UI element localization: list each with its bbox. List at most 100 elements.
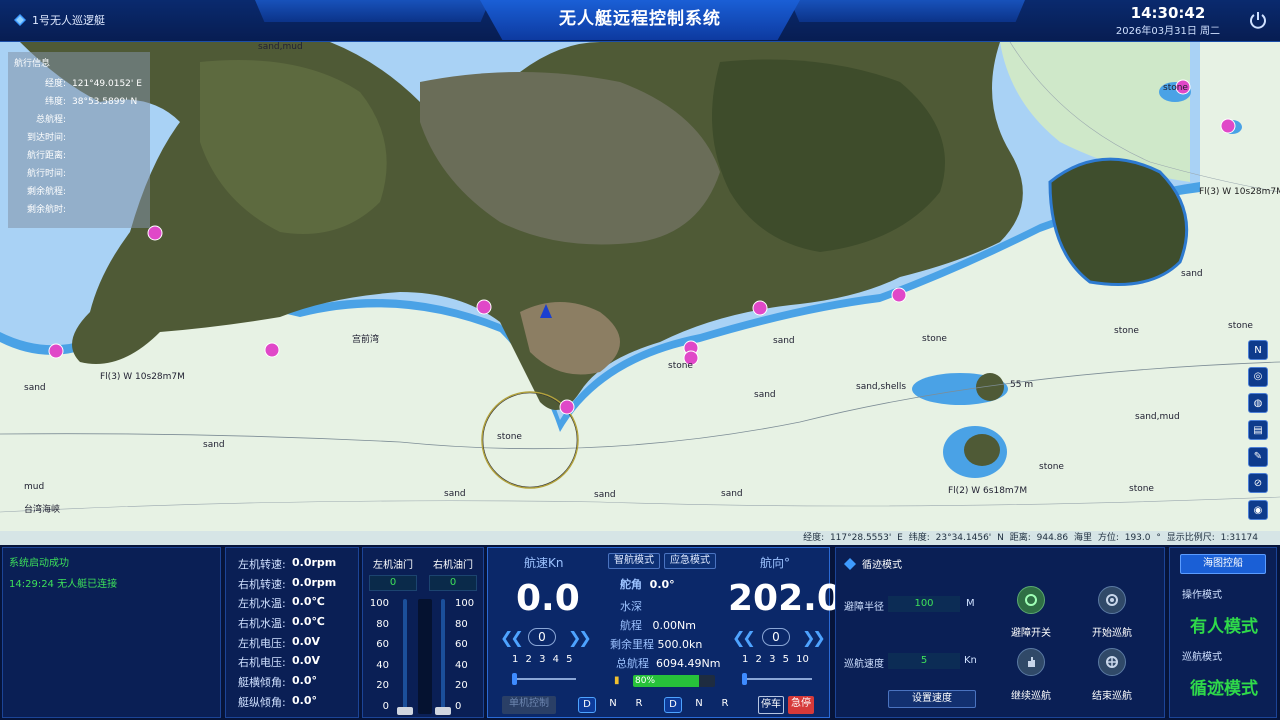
right-throttle-slider[interactable] bbox=[435, 599, 451, 715]
chart-label: Fl(3) W 10s28m7M bbox=[1199, 187, 1280, 197]
heading-step-handle[interactable] bbox=[742, 673, 747, 685]
speed-step-slider[interactable] bbox=[512, 678, 576, 680]
title-banner: 无人艇远程控制系统 bbox=[255, 0, 1025, 40]
engine-label: 右机电压: bbox=[238, 656, 286, 670]
target-icon[interactable]: ◉ bbox=[1248, 500, 1268, 521]
speed-decrease-button[interactable]: ❮❮ bbox=[500, 628, 524, 647]
layers-icon[interactable]: ◍ bbox=[1248, 393, 1268, 414]
set-speed-button[interactable]: 设置速度 bbox=[888, 690, 976, 708]
speed-increase-button[interactable]: ❯❯ bbox=[568, 628, 592, 647]
heading-setpoint[interactable]: 0 bbox=[762, 628, 790, 646]
continue-cruise-button[interactable] bbox=[1017, 648, 1045, 676]
nav-info-label: 剩余航时: bbox=[26, 205, 66, 215]
avoid-radius-input[interactable]: 100 bbox=[888, 596, 960, 612]
nav-info-row: 总航程: bbox=[14, 111, 144, 129]
emergency-mode-button[interactable]: 应急模式 bbox=[664, 553, 716, 569]
throttle-scale-tick: 80 bbox=[376, 618, 389, 630]
cruise-mode-value[interactable]: 循迹模式 bbox=[1170, 674, 1278, 699]
draw-icon[interactable]: ✎ bbox=[1248, 446, 1268, 467]
throttle-scale-tick: 0 bbox=[455, 700, 462, 712]
chart-label: 台湾海峡 bbox=[24, 505, 61, 515]
power-icon[interactable] bbox=[1248, 10, 1268, 30]
emergency-stop-button[interactable]: 急停 bbox=[788, 696, 814, 714]
heading-step-slider[interactable] bbox=[742, 678, 812, 680]
engine-label: 左机电压: bbox=[238, 636, 286, 650]
engine-value: 0.0℃ bbox=[292, 615, 325, 629]
nav-info-row: 剩余航时: bbox=[14, 201, 144, 219]
smart-mode-button[interactable]: 智航模式 bbox=[608, 553, 660, 569]
speed-setpoint[interactable]: 0 bbox=[528, 628, 556, 646]
system-log-panel: 系统启动成功 14:29:24 无人艇已连接 bbox=[2, 547, 221, 718]
nav-info-label: 纬度: bbox=[44, 97, 66, 107]
speed-step-handle[interactable] bbox=[512, 673, 517, 685]
start-cruise-label: 开始巡航 bbox=[1092, 628, 1132, 639]
north-up-icon[interactable]: N bbox=[1248, 340, 1268, 360]
wheel-icon bbox=[1106, 656, 1118, 668]
left-throttle-label: 左机油门 bbox=[373, 560, 413, 571]
engine-row: 右机转速: 0.0rpm bbox=[238, 576, 358, 596]
locate-icon[interactable]: ◎ bbox=[1248, 366, 1268, 387]
engine-label: 左机转速: bbox=[238, 558, 286, 571]
engine-label: 左机水温: bbox=[238, 597, 286, 611]
single-control-button[interactable]: 单机控制 bbox=[502, 696, 556, 714]
heading-decrease-button[interactable]: ❮❮ bbox=[732, 628, 756, 647]
operation-mode-value[interactable]: 有人模式 bbox=[1170, 612, 1278, 637]
nautical-chart[interactable]: sand,mud sand sand 宫前湾 stone 台湾海峡 mud st… bbox=[0, 42, 1280, 545]
clock-date: 2026年03月31日 周二 bbox=[1115, 26, 1220, 37]
right-throttle-label: 右机油门 bbox=[433, 560, 473, 571]
helm-control-panel: 航速Kn 0.0 ❮❮ 0 ❯❯ 1 2 3 4 5 智航模式 应急模式 舵角 … bbox=[487, 547, 842, 718]
nav-info-title: 航行信息 bbox=[14, 59, 51, 69]
avoid-icon bbox=[1025, 594, 1037, 606]
gear-button-d[interactable]: D bbox=[578, 697, 596, 713]
chart-label: sand bbox=[721, 489, 743, 499]
engine-row: 右机电压: 0.0V bbox=[238, 654, 358, 674]
chart-control-button[interactable]: 海图控船 bbox=[1180, 554, 1266, 574]
gear-button-r[interactable]: R bbox=[716, 697, 734, 713]
track-mode-panel: 循迹模式 避障半径 100 M 巡航速度 5 Kn 设置速度 避障开关 开始巡航… bbox=[835, 547, 1165, 718]
avoid-toggle-button[interactable] bbox=[1017, 586, 1045, 614]
measure-icon[interactable]: ▤ bbox=[1248, 420, 1268, 441]
engine-row: 艇横倾角: 0.0° bbox=[238, 674, 358, 694]
nav-info-value: 38°53.5899' N bbox=[72, 97, 138, 107]
chart-label: sand bbox=[444, 489, 466, 499]
start-icon bbox=[1106, 594, 1118, 606]
throttle-scale-tick: 60 bbox=[376, 639, 389, 651]
distance-label: 航程 bbox=[620, 619, 642, 632]
throttle-center-bar bbox=[418, 599, 432, 714]
end-cruise-button[interactable] bbox=[1098, 648, 1126, 676]
engine-value: 0.0rpm bbox=[292, 575, 337, 589]
heading-step-ticks: 1 2 3 5 10 bbox=[742, 654, 809, 665]
left-throttle-value: 0 bbox=[369, 575, 417, 591]
remaining-label: 剩余里程 bbox=[610, 638, 654, 651]
chart-label: sand bbox=[754, 390, 776, 400]
clock: 14:30:42 2026年03月31日 周二 bbox=[1116, 4, 1220, 37]
throttle-scale-tick: 60 bbox=[455, 639, 468, 651]
gear-button-r[interactable]: R bbox=[630, 697, 648, 713]
rudder-label: 舵角 bbox=[620, 578, 642, 591]
chart-label: 宫前湾 bbox=[352, 335, 380, 345]
start-cruise-button[interactable] bbox=[1098, 586, 1126, 614]
heading-increase-button[interactable]: ❯❯ bbox=[802, 628, 826, 647]
engine-row: 艇纵倾角: 0.0° bbox=[238, 694, 358, 714]
chart-label: stone bbox=[497, 432, 522, 442]
gear-button-n[interactable]: N bbox=[604, 697, 622, 713]
heading-label: 航向° bbox=[760, 556, 791, 570]
left-throttle-handle[interactable] bbox=[397, 707, 413, 715]
gear-button-n[interactable]: N bbox=[690, 697, 708, 713]
nav-info-value bbox=[66, 147, 72, 165]
right-throttle-handle[interactable] bbox=[435, 707, 451, 715]
cruise-speed-input[interactable]: 5 bbox=[888, 653, 960, 669]
chart-label: stone bbox=[1228, 321, 1253, 331]
depth-label: 水深 bbox=[620, 600, 642, 613]
depth-row: 水深 bbox=[620, 598, 642, 614]
left-throttle-slider[interactable] bbox=[397, 599, 413, 715]
nav-info-row: 纬度: 38°53.5899' N bbox=[14, 93, 144, 111]
chart-label: Fl(2) W 6s18m7M bbox=[948, 486, 1028, 496]
clear-icon[interactable]: ⊘ bbox=[1248, 473, 1268, 494]
boat-logo-icon bbox=[14, 14, 26, 26]
remaining-row: 剩余里程 500.0kn bbox=[610, 636, 702, 652]
gear-button-d[interactable]: D bbox=[664, 697, 682, 713]
engine-label: 右机转速: bbox=[238, 577, 286, 591]
boat-selector[interactable]: 1号无人巡逻艇 bbox=[14, 12, 105, 28]
stop-button[interactable]: 停车 bbox=[758, 696, 784, 714]
